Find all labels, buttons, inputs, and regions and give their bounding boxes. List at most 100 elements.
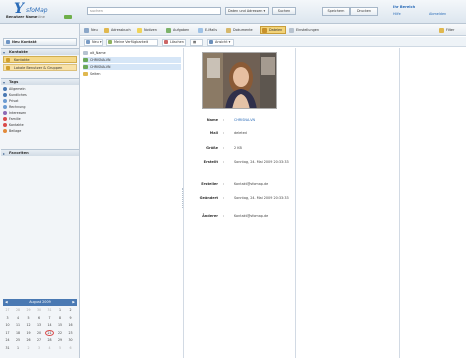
calendar-day[interactable]: 20 bbox=[35, 330, 44, 336]
tags-header[interactable]: ▾ Tags bbox=[1, 78, 79, 85]
view-toggle-button[interactable]: ▦ bbox=[190, 39, 203, 46]
logout-link[interactable]: Abmelden bbox=[429, 12, 446, 16]
calendar-day[interactable]: 28 bbox=[14, 307, 23, 313]
logo[interactable]: Y sfoMap bbox=[14, 1, 66, 17]
calendar-day[interactable]: 2 bbox=[24, 345, 33, 351]
calendar-day[interactable]: 24 bbox=[3, 337, 12, 343]
toolbar-files[interactable]: Dateien bbox=[260, 26, 286, 34]
calendar-day[interactable]: 5 bbox=[24, 315, 33, 321]
group-item-local-users[interactable]: Lokale Benutzer & Gruppen bbox=[3, 64, 77, 71]
user-box: Benutzer Name online bbox=[6, 15, 75, 22]
field-label: Größe bbox=[206, 146, 218, 150]
tag-icon bbox=[3, 87, 7, 91]
view-dropdown-button[interactable]: Ansicht ▾ bbox=[207, 39, 234, 46]
toolbar-address-book[interactable]: Adressbuch bbox=[103, 26, 134, 34]
calendar-day[interactable]: 23 bbox=[66, 330, 75, 336]
grid-icon: ▦ bbox=[193, 40, 197, 44]
calendar-day[interactable]: 9 bbox=[66, 315, 75, 321]
calendar-day[interactable]: 31 bbox=[45, 307, 54, 313]
calendar-day[interactable]: 22 bbox=[56, 330, 65, 336]
calendar-day[interactable]: 4 bbox=[14, 315, 23, 321]
calendar-day[interactable]: 11 bbox=[14, 322, 23, 328]
user-name[interactable]: Benutzer Name bbox=[6, 15, 37, 19]
new-dropdown-button[interactable]: Neu ▾ bbox=[84, 39, 103, 46]
list-item[interactable]: alt_Name bbox=[83, 50, 181, 56]
tag-item[interactable]: Beilage bbox=[3, 128, 21, 134]
search-input[interactable]: suchen bbox=[87, 7, 221, 15]
toolbar-settings[interactable]: Einstellungen bbox=[288, 26, 328, 34]
calendar-day[interactable]: 13 bbox=[35, 322, 44, 328]
field-label: Name bbox=[206, 118, 218, 122]
groups-header[interactable]: ▾ Kontakte bbox=[1, 48, 79, 55]
calendar-day[interactable]: 1 bbox=[56, 307, 65, 313]
calendar-day[interactable]: 25 bbox=[14, 337, 23, 343]
availability-icon bbox=[108, 40, 112, 44]
new-item-icon bbox=[86, 40, 90, 44]
new-contact-button[interactable]: Neu Kontakt bbox=[3, 38, 77, 46]
calendar-day[interactable]: 3 bbox=[3, 315, 12, 321]
column-divider[interactable] bbox=[399, 48, 400, 358]
prev-month-icon[interactable]: ◀ bbox=[5, 299, 8, 306]
toolbar-emails[interactable]: E-Mails bbox=[197, 26, 223, 34]
address-book-icon bbox=[104, 28, 109, 33]
detail-pane: Name: CHRISNA-VN Mail: deleted Größe: 2 KB Ers… bbox=[184, 48, 296, 358]
calendar-day[interactable]: 17 bbox=[3, 330, 12, 336]
print-tab[interactable]: Drucken bbox=[350, 7, 378, 16]
calendar-day[interactable]: 8 bbox=[56, 315, 65, 321]
calendar-day[interactable]: 30 bbox=[35, 307, 44, 313]
calendar-day[interactable]: 27 bbox=[35, 337, 44, 343]
toolbar-tasks[interactable]: Aufgaben bbox=[165, 26, 195, 34]
folder-icon bbox=[83, 72, 88, 76]
folder-icon bbox=[6, 66, 10, 70]
toolbar-documents[interactable]: Dokumente bbox=[225, 26, 258, 34]
toolbar-notes[interactable]: Notizen bbox=[136, 26, 163, 34]
toolbar-filter[interactable]: Filter bbox=[438, 26, 464, 34]
calendar-day[interactable]: 14 bbox=[45, 322, 54, 328]
secondary-toolbar: Neu ▾ Meine Verfügbarkeit Löschen ▦ Ansi… bbox=[80, 37, 466, 47]
toolbar-new[interactable]: Neu bbox=[83, 26, 101, 34]
list-item[interactable]: Seiten bbox=[83, 71, 181, 77]
calendar-day[interactable]: 21 bbox=[45, 329, 54, 336]
group-item-contacts[interactable]: Kontakte bbox=[3, 56, 77, 63]
calendar-day[interactable]: 27 bbox=[3, 307, 12, 313]
field-value: Kontakt@sfomap.de bbox=[234, 214, 269, 218]
calendar-day[interactable]: 4 bbox=[45, 345, 54, 351]
field-separator: : bbox=[223, 214, 225, 218]
availability-button[interactable]: Meine Verfügbarkeit bbox=[106, 39, 158, 46]
next-month-icon[interactable]: ▶ bbox=[72, 299, 75, 306]
calendar-day[interactable]: 18 bbox=[14, 330, 23, 336]
search-button[interactable]: Suchen bbox=[272, 7, 296, 15]
calendar-day[interactable]: 1 bbox=[14, 345, 23, 351]
calendar-day[interactable]: 16 bbox=[66, 322, 75, 328]
tag-icon bbox=[3, 93, 7, 97]
calendar-day[interactable]: 29 bbox=[56, 337, 65, 343]
calendar-day[interactable]: 10 bbox=[3, 322, 12, 328]
list-item[interactable]: CHRISNA-VN bbox=[83, 57, 181, 63]
calendar-day[interactable]: 6 bbox=[35, 315, 44, 321]
calendar-day[interactable]: 26 bbox=[24, 337, 33, 343]
calendar-day[interactable]: 29 bbox=[24, 307, 33, 313]
calendar-day[interactable]: 28 bbox=[45, 337, 54, 343]
calendar-day[interactable]: 19 bbox=[24, 330, 33, 336]
calendar-day[interactable]: 12 bbox=[24, 322, 33, 328]
calendar-day[interactable]: 15 bbox=[56, 322, 65, 328]
calendar-day[interactable]: 30 bbox=[66, 337, 75, 343]
calendar-day[interactable]: 7 bbox=[45, 315, 54, 321]
calendar-day[interactable]: 3 bbox=[35, 345, 44, 351]
help-link[interactable]: Hilfe bbox=[393, 12, 401, 16]
calendar-day[interactable]: 6 bbox=[66, 345, 75, 351]
folder-icon bbox=[262, 28, 267, 33]
delete-button[interactable]: Löschen bbox=[162, 39, 186, 46]
calendar-day[interactable]: 31 bbox=[3, 345, 12, 351]
preview-pane bbox=[297, 48, 466, 358]
list-item[interactable]: CHRISNA-VN bbox=[83, 64, 181, 70]
calendar-day[interactable]: 2 bbox=[66, 307, 75, 313]
portrait-image bbox=[203, 53, 276, 108]
field-value[interactable]: CHRISNA-VN bbox=[234, 118, 290, 123]
calendar-day[interactable]: 5 bbox=[56, 345, 65, 351]
save-tab[interactable]: Speichern bbox=[322, 7, 350, 16]
search-filter-select[interactable]: Daten und Adressen ▾ bbox=[225, 7, 269, 15]
new-contact-icon bbox=[6, 40, 10, 44]
favorites-header[interactable]: ▸ Favoriten bbox=[1, 149, 79, 156]
field-label: Ersteller bbox=[201, 182, 218, 186]
